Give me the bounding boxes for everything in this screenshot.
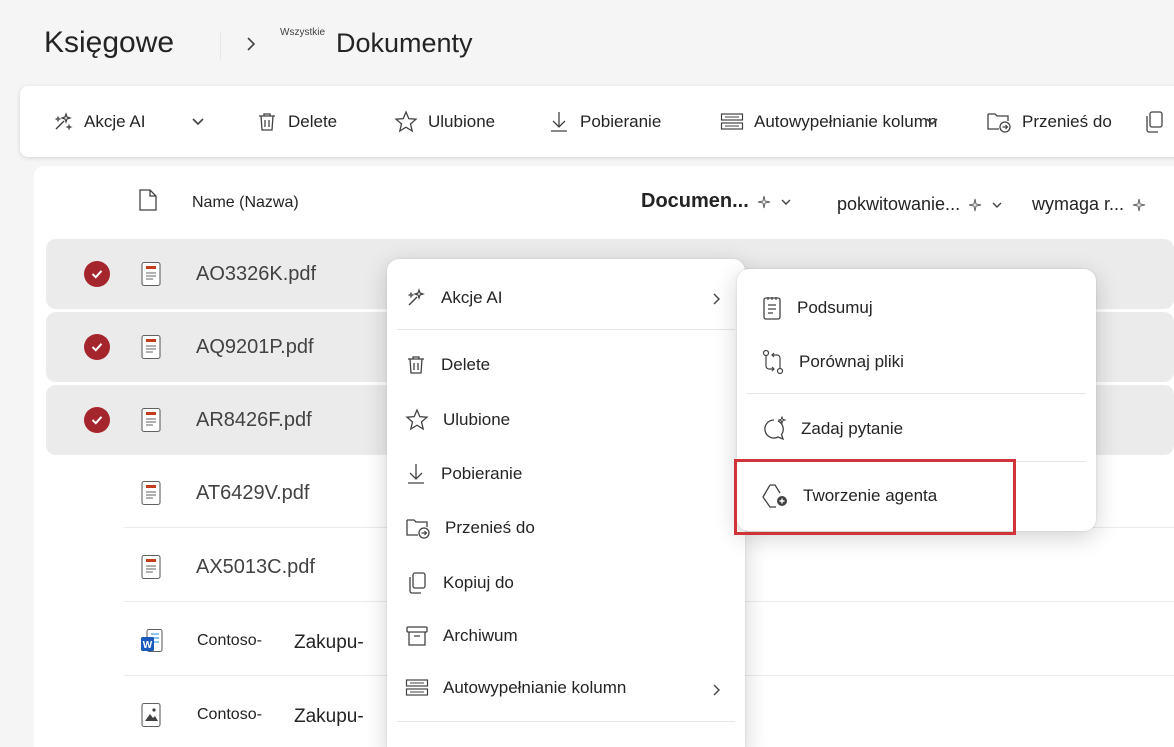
menu-divider (397, 329, 735, 330)
file-name[interactable]: AX5013C.pdf (196, 556, 315, 579)
star-icon (405, 408, 429, 432)
menu-item-download[interactable]: Pobieranie (405, 462, 522, 486)
menu-item-archive[interactable]: Archiwum (405, 624, 518, 648)
move-folder-icon (405, 516, 431, 540)
trash-icon (405, 354, 427, 376)
chat-sparkle-icon (761, 415, 787, 443)
file-name-part[interactable]: Zakupu- (294, 632, 364, 654)
column-header-row: Name (Nazwa) Documen... pokwitowanie... … (34, 166, 1174, 238)
submenu-divider (747, 393, 1086, 394)
pdf-file-icon (140, 334, 162, 360)
pdf-file-icon (140, 480, 162, 506)
toolbar-download-label: Pobieranie (580, 111, 662, 131)
breadcrumb-chevron-icon (244, 34, 258, 54)
compare-files-icon (761, 349, 785, 375)
menu-item-move-to[interactable]: Przenieś do (405, 516, 535, 540)
column-header-document[interactable]: Documen... (641, 190, 793, 213)
toolbar-ai-actions-dropdown[interactable] (190, 86, 206, 157)
file-type-column-icon[interactable] (138, 188, 158, 212)
file-name[interactable]: AR8426F.pdf (196, 409, 312, 432)
autofill-columns-icon (405, 678, 429, 698)
context-menu: Akcje AI Delete Ulubione Pobieranie Prze… (387, 259, 745, 747)
toolbar-delete-button[interactable]: Delete (256, 86, 337, 157)
submenu-item-compare[interactable]: Porównaj pliki (761, 349, 904, 375)
command-bar: Akcje AI Delete Ulubione Pobieranie Auto… (20, 86, 1174, 157)
sparkle-icon (405, 287, 427, 309)
toolbar-delete-label: Delete (288, 111, 338, 131)
toolbar-ai-actions-label: Akcje AI (84, 111, 146, 131)
word-file-icon: W (140, 628, 164, 654)
chevron-down-icon (190, 114, 206, 130)
menu-item-favorite[interactable]: Ulubione (405, 408, 510, 432)
pdf-file-icon (140, 407, 162, 433)
ai-sparkle-icon (1132, 198, 1146, 212)
toolbar-ai-actions-button[interactable]: Akcje AI (52, 86, 145, 157)
checkmark-icon[interactable] (84, 334, 110, 360)
breadcrumb-all[interactable]: Wszystkie (280, 27, 325, 38)
copy-icon (405, 571, 429, 595)
toolbar-favorite-label: Ulubione (428, 111, 496, 131)
archive-icon (405, 624, 429, 648)
highlight-annotation-box (734, 459, 1016, 535)
ai-sparkle-icon (968, 198, 982, 212)
file-name[interactable]: AT6429V.pdf (196, 482, 309, 505)
header-divider (220, 32, 221, 60)
submenu-item-summarize[interactable]: Podsumuj (761, 295, 873, 321)
autofill-columns-icon (720, 112, 744, 132)
file-name-part[interactable]: Contoso- (197, 706, 262, 724)
menu-item-delete[interactable]: Delete (405, 354, 490, 376)
file-name[interactable]: AO3326K.pdf (196, 263, 316, 286)
checkmark-icon[interactable] (84, 261, 110, 287)
ai-sparkle-icon (757, 195, 771, 209)
chevron-right-icon (711, 683, 723, 697)
toolbar-move-to-label: Przenieś do (1022, 111, 1112, 131)
menu-item-ai-actions[interactable]: Akcje AI (405, 287, 725, 309)
chevron-down-icon (779, 195, 793, 209)
pdf-file-icon (140, 554, 162, 580)
library-title[interactable]: Dokumenty (336, 28, 473, 59)
chevron-right-icon (711, 292, 723, 306)
toolbar-move-to-button[interactable]: Przenieś do (986, 86, 1112, 157)
toolbar-autofill-dropdown[interactable] (924, 86, 940, 157)
checkmark-icon[interactable] (84, 407, 110, 433)
trash-icon (256, 111, 278, 133)
file-name[interactable]: AQ9201P.pdf (196, 336, 314, 359)
site-title[interactable]: Księgowe (44, 26, 174, 60)
pdf-file-icon (140, 261, 162, 287)
toolbar-autofill-button[interactable]: Autowypełnianie kolumn (720, 86, 937, 157)
toolbar-autofill-label: Autowypełnianie kolumn (754, 111, 938, 131)
toolbar-download-button[interactable]: Pobieranie (548, 86, 661, 157)
star-icon (394, 109, 418, 134)
chevron-down-icon (990, 198, 1004, 212)
copy-icon (1142, 110, 1166, 134)
file-name-part[interactable]: Contoso- (197, 632, 262, 650)
menu-divider (397, 721, 735, 722)
column-header-name[interactable]: Name (Nazwa) (192, 194, 299, 212)
toolbar-copy-button[interactable] (1142, 86, 1166, 157)
svg-text:W: W (143, 640, 153, 651)
submenu-item-ask-question[interactable]: Zadaj pytanie (761, 415, 903, 443)
menu-item-autofill[interactable]: Autowypełnianie kolumn (405, 678, 725, 698)
download-icon (405, 462, 427, 486)
chevron-down-icon (924, 114, 940, 130)
column-header-requires[interactable]: wymaga r... (1032, 194, 1146, 215)
column-header-receipt[interactable]: pokwitowanie... (837, 194, 1004, 215)
toolbar-favorite-button[interactable]: Ulubione (394, 86, 495, 157)
file-name-part[interactable]: Zakupu- (294, 706, 364, 728)
move-folder-icon (986, 110, 1012, 134)
download-icon (548, 110, 570, 134)
sparkle-icon (52, 111, 74, 133)
summary-document-icon (761, 295, 783, 321)
image-file-icon (140, 702, 162, 728)
menu-item-copy-to[interactable]: Kopiuj do (405, 571, 514, 595)
